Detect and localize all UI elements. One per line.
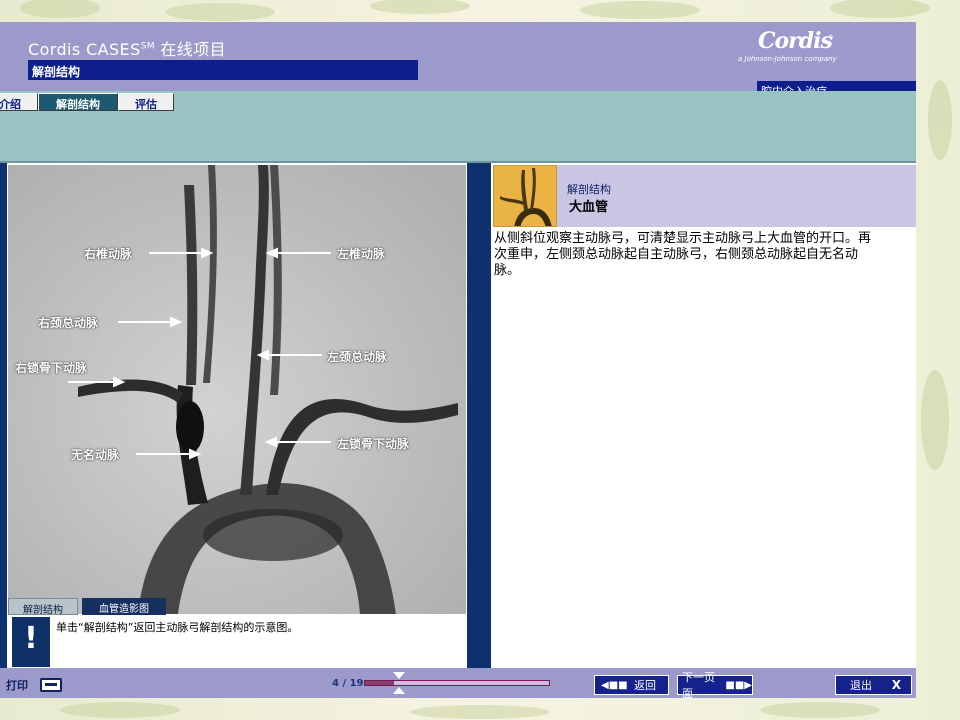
exclamation-icon: !: [12, 617, 50, 667]
page-indicator: 4 / 19: [332, 678, 364, 689]
label-innominate: 无名动脉: [71, 448, 120, 462]
progress-bar[interactable]: [364, 680, 550, 686]
thumbnail-drawing: [494, 166, 556, 226]
app-title: Cordis CASESSM 在线项目: [28, 40, 226, 59]
info-breadcrumb: 解剖结构: [567, 183, 611, 196]
label-right-subclavian: 右锁骨下动脉: [15, 361, 88, 375]
progress-fill: [365, 681, 395, 685]
angiogram-drawing: [8, 165, 466, 614]
progress-marker-top-icon[interactable]: [393, 672, 405, 679]
main-content: 右椎动脉 左椎动脉 右颈总动脉 左颈总动脉 右锁骨下动脉 无名动脉 左锁骨下动脉…: [0, 161, 916, 670]
arrow-left-icon: ◀■■: [601, 679, 628, 691]
label-left-common-carotid: 左颈总动脉: [327, 350, 388, 364]
footer-toolbar: 打印 4 / 19 ◀■■ 返回 下一页面 ■■▶ 退出 X: [0, 668, 916, 698]
cordis-logo: Cordis ® a Johnson-Johnson company: [738, 28, 837, 63]
exit-label: 退出: [850, 679, 872, 692]
info-description: 从侧斜位观察主动脉弓，可清楚显示主动脉弓上大血管的开口。再次重申，左侧颈总动脉起…: [494, 231, 872, 278]
next-label: 下一页面: [682, 671, 715, 698]
angiogram-image: 右椎动脉 左椎动脉 右颈总动脉 左颈总动脉 右锁骨下动脉 无名动脉 左锁骨下动脉: [8, 165, 466, 614]
image-tab-angiogram[interactable]: 血管造影图: [82, 598, 166, 615]
print-label: 打印: [6, 679, 28, 692]
tab-evaluation[interactable]: 评估: [118, 93, 174, 111]
tab-anatomy[interactable]: 解剖结构: [38, 93, 118, 111]
app-window: Cordis CASESSM 在线项目 解剖结构 Cordis ® a John…: [0, 22, 916, 698]
label-left-vertebral: 左椎动脉: [337, 247, 386, 261]
label-left-subclavian: 左锁骨下动脉: [337, 437, 410, 451]
printer-icon: [40, 678, 62, 692]
tab-introduction[interactable]: 介绍: [0, 93, 38, 111]
center-divider: [467, 163, 491, 670]
info-header: 解剖结构 大血管: [557, 165, 916, 227]
service-mark: SM: [140, 41, 155, 52]
section-title: 解剖结构: [28, 60, 418, 80]
label-right-common-carotid: 右颈总动脉: [38, 316, 99, 330]
exit-button[interactable]: 退出 X: [835, 675, 912, 695]
progress-marker-bottom-icon[interactable]: [393, 687, 405, 694]
print-button[interactable]: 打印: [0, 675, 70, 695]
close-icon: X: [891, 678, 901, 692]
back-label: 返回: [634, 679, 656, 692]
arrow-right-icon: ■■▶: [725, 679, 752, 691]
hint-text: 单击“解剖结构”返回主动脉弓解剖结构的示意图。: [56, 621, 299, 634]
left-divider: [0, 163, 7, 670]
info-title: 大血管: [569, 200, 609, 215]
tab-strip: 介绍 解剖结构 评估: [0, 91, 916, 161]
next-button[interactable]: 下一页面 ■■▶: [677, 671, 753, 698]
label-right-vertebral: 右椎动脉: [84, 247, 133, 261]
hint-box: ! 单击“解剖结构”返回主动脉弓解剖结构的示意图。: [8, 615, 466, 670]
image-tab-anatomy[interactable]: 解剖结构: [8, 598, 78, 616]
aortic-arch-thumbnail: [493, 165, 557, 227]
back-button[interactable]: ◀■■ 返回: [594, 675, 669, 695]
